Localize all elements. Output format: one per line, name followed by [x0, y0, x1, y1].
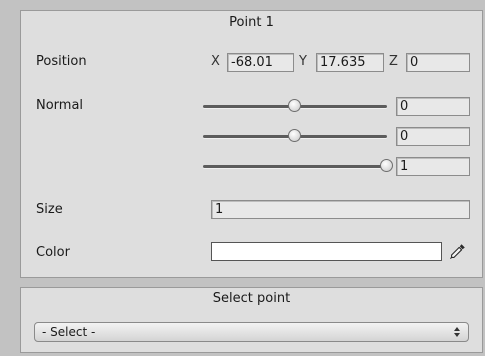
select-point-panel: Select point - Select - — [20, 287, 483, 353]
point-select-dropdown[interactable]: - Select - — [34, 322, 469, 342]
slider-thumb[interactable] — [288, 129, 301, 142]
color-label: Color — [36, 245, 70, 260]
size-label: Size — [36, 202, 63, 217]
slider-track — [203, 165, 387, 168]
normal-z-field[interactable]: 1 — [396, 157, 470, 176]
y-axis-label: Y — [299, 54, 307, 69]
eyedropper-icon[interactable] — [449, 242, 467, 260]
normal-x-slider[interactable] — [203, 99, 387, 115]
panel-title: Point 1 — [229, 15, 274, 30]
size-field[interactable]: 1 — [211, 200, 470, 219]
updown-arrows-icon — [453, 326, 461, 345]
position-label: Position — [36, 54, 87, 69]
normal-y-field[interactable]: 0 — [396, 127, 470, 146]
slider-thumb[interactable] — [288, 99, 301, 112]
dropdown-value: - Select - — [42, 325, 96, 339]
panel-title: Select point — [212, 291, 291, 306]
position-x-field[interactable]: -68.01 — [227, 53, 294, 72]
slider-thumb[interactable] — [380, 159, 393, 172]
position-z-field[interactable]: 0 — [406, 53, 470, 72]
z-axis-label: Z — [389, 54, 398, 69]
position-y-field[interactable]: 17.635 — [316, 53, 384, 72]
color-field[interactable] — [211, 242, 442, 261]
point-inspector-panel: Point 1 Position X -68.01 Y 17.635 Z 0 N… — [20, 10, 483, 278]
normal-label: Normal — [36, 98, 84, 113]
normal-y-slider[interactable] — [203, 129, 387, 145]
x-axis-label: X — [211, 54, 220, 69]
normal-x-field[interactable]: 0 — [396, 97, 470, 116]
normal-z-slider[interactable] — [203, 159, 393, 175]
